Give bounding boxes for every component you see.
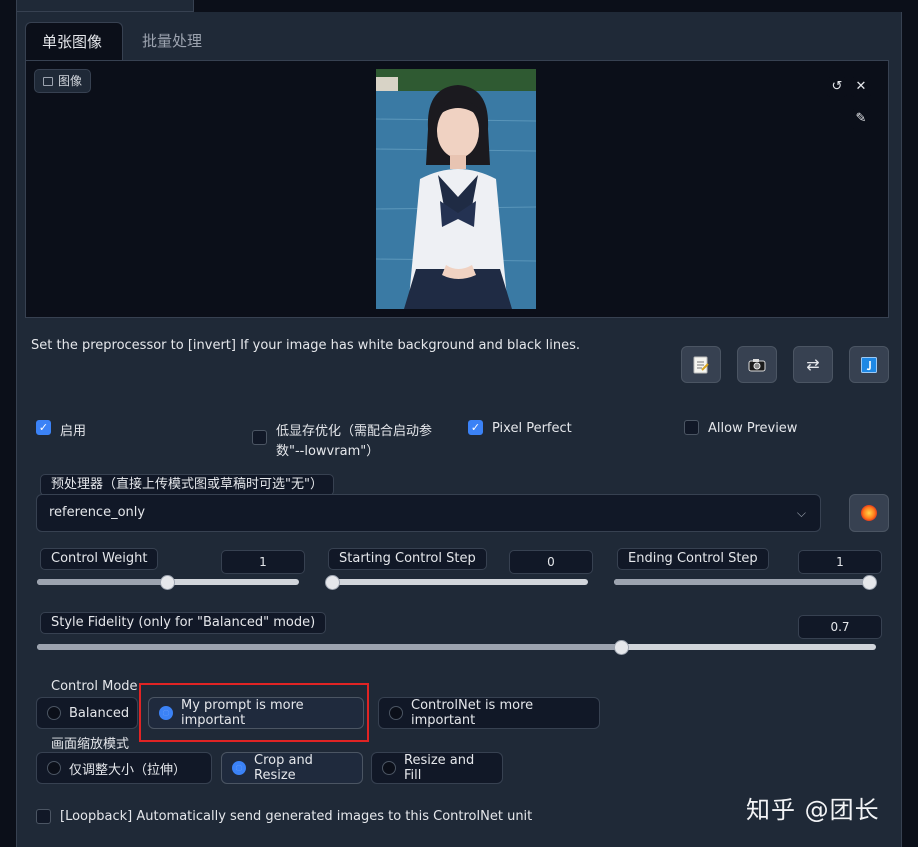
new-canvas-icon (693, 356, 709, 373)
preprocessor-label: 预处理器（直接上传模式图或草稿时可选"无"） (40, 474, 334, 496)
allow-preview-label: Allow Preview (708, 421, 798, 436)
control-mode-balanced[interactable]: Balanced (36, 697, 138, 729)
new-canvas-button[interactable] (681, 346, 721, 383)
resize-mode-fill[interactable]: Resize and Fill (371, 752, 503, 784)
radio-icon (389, 706, 403, 720)
brush-icon[interactable]: ✎ (851, 109, 871, 129)
style-fidelity-slider[interactable] (37, 644, 876, 650)
swap-icon: ⇄ (806, 355, 820, 374)
resize-mode-just-resize-label: 仅调整大小（拉伸） (69, 762, 187, 778)
low-vram-label-line2: 数"--lowvram"） (276, 444, 380, 459)
image-label: 图像 (34, 69, 92, 93)
enable-checkbox[interactable]: ✓ (36, 420, 51, 435)
end-step-fill (614, 579, 876, 585)
enable-label: 启用 (60, 424, 87, 439)
control-mode-balanced-label: Balanced (69, 705, 130, 721)
end-step-knob[interactable] (862, 575, 877, 590)
resize-mode-fill-label: Resize and Fill (404, 753, 475, 783)
control-mode-controlnet[interactable]: ControlNet is more important (378, 697, 600, 729)
annotation-highlight-box (139, 683, 369, 742)
start-step-knob[interactable] (325, 575, 340, 590)
control-weight-input[interactable]: 1 (221, 550, 305, 574)
loopback-checkbox[interactable] (36, 809, 51, 824)
start-step-input[interactable]: 0 (509, 550, 593, 574)
style-fidelity-input[interactable]: 0.7 (798, 615, 882, 639)
end-step-slider[interactable] (614, 579, 876, 585)
style-fidelity-fill (37, 644, 625, 650)
pixel-perfect-checkbox[interactable]: ✓ (468, 420, 483, 435)
run-preprocessor-button[interactable] (849, 494, 889, 532)
preprocessor-hint: Set the preprocessor to [invert] If your… (31, 338, 581, 353)
send-dimensions-icon (861, 356, 877, 373)
explosion-icon (861, 505, 877, 521)
undo-icon[interactable]: ↺ (827, 77, 847, 97)
photo-illustration (376, 69, 536, 309)
mirror-webcam-button[interactable]: ⇄ (793, 346, 833, 383)
loopback-label: [Loopback] Automatically send generated … (60, 809, 533, 824)
style-fidelity-label: Style Fidelity (only for "Balanced" mode… (40, 612, 327, 634)
radio-icon (47, 706, 61, 720)
uploaded-photo (376, 69, 536, 309)
end-step-label: Ending Control Step (617, 548, 769, 570)
image-label-text: 图像 (58, 74, 83, 88)
end-step-input[interactable]: 1 (798, 550, 882, 574)
control-weight-knob[interactable] (160, 575, 175, 590)
style-fidelity-knob[interactable] (614, 640, 629, 655)
zhihu-watermark: 知乎 @团长 (746, 796, 880, 824)
preprocessor-value: reference_only (49, 505, 146, 520)
control-mode-label: Control Mode (51, 679, 138, 694)
pixel-perfect-label: Pixel Perfect (492, 421, 572, 436)
radio-icon (47, 761, 61, 775)
tab-single-image[interactable]: 单张图像 (25, 22, 123, 60)
radio-icon (382, 761, 396, 775)
tab-batch[interactable]: 批量处理 (126, 22, 218, 60)
control-mode-controlnet-label: ControlNet is more important (411, 698, 534, 728)
image-icon (43, 76, 53, 86)
resize-mode-just-resize[interactable]: 仅调整大小（拉伸） (36, 752, 212, 784)
resize-mode-crop-label: Crop and Resize (254, 753, 313, 783)
upper-tab-stub (16, 0, 194, 12)
control-weight-fill (37, 579, 168, 585)
resize-mode-crop[interactable]: Crop and Resize (221, 752, 363, 784)
chevron-down-icon: ⌵ (796, 506, 806, 520)
start-step-slider[interactable] (326, 579, 588, 585)
start-step-label: Starting Control Step (328, 548, 487, 570)
resize-mode-label: 画面缩放模式 (51, 737, 130, 752)
low-vram-checkbox[interactable] (252, 430, 267, 445)
low-vram-label-line1: 低显存优化（需配合启动参 (276, 424, 433, 439)
radio-selected-icon (232, 761, 246, 775)
send-dimensions-button[interactable] (849, 346, 889, 383)
webcam-button[interactable] (737, 346, 777, 383)
control-weight-label: Control Weight (40, 548, 159, 570)
close-icon[interactable]: ✕ (851, 77, 871, 97)
preprocessor-select[interactable]: reference_only ⌵ (36, 494, 821, 532)
camera-icon (748, 358, 766, 371)
allow-preview-checkbox[interactable] (684, 420, 699, 435)
